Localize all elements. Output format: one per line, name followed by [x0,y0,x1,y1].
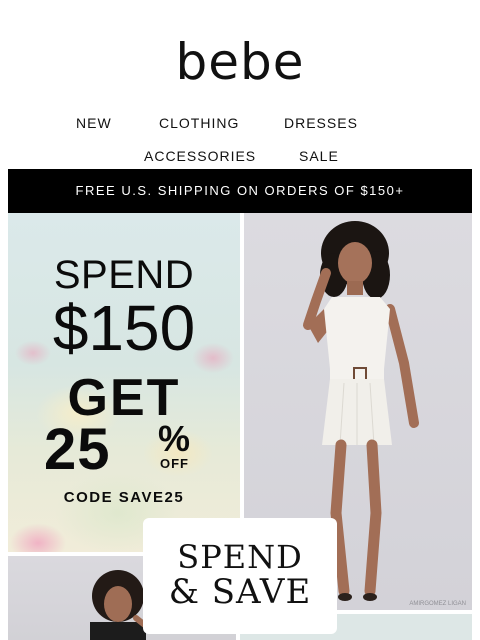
photo-credit: AMIRGOMEZ LIGAN [409,601,466,607]
promo-off-text: OFF [160,456,189,471]
bebe-logo[interactable]: bebe [0,36,480,88]
promo-amount-text: $150 [52,292,196,364]
nav-item-dresses[interactable]: DRESSES [284,115,358,131]
spend-save-line2: & SAVE [168,572,312,612]
promo-code-text: CODE SAVE25 [63,489,185,506]
promo-discount-number: 25 [44,417,111,482]
promo-percent-sign: % [158,418,191,459]
nav-item-new[interactable]: NEW [76,115,112,131]
promo-get-text: GET [67,369,181,427]
free-shipping-banner[interactable]: FREE U.S. SHIPPING ON ORDERS OF $150+ [8,169,472,213]
spend-save-line1: SPEND [177,538,303,576]
promo-tile[interactable]: SPEND $150 GET 25 % OFF CODE SAVE25 [8,213,240,552]
nav-item-accessories[interactable]: ACCESSORIES [144,148,256,164]
nav-item-clothing[interactable]: CLOTHING [159,115,239,131]
promo-spend-text: SPEND [53,253,195,297]
spend-and-save-card[interactable]: SPEND & SAVE [143,518,337,634]
nav-item-sale[interactable]: SALE [299,148,339,164]
